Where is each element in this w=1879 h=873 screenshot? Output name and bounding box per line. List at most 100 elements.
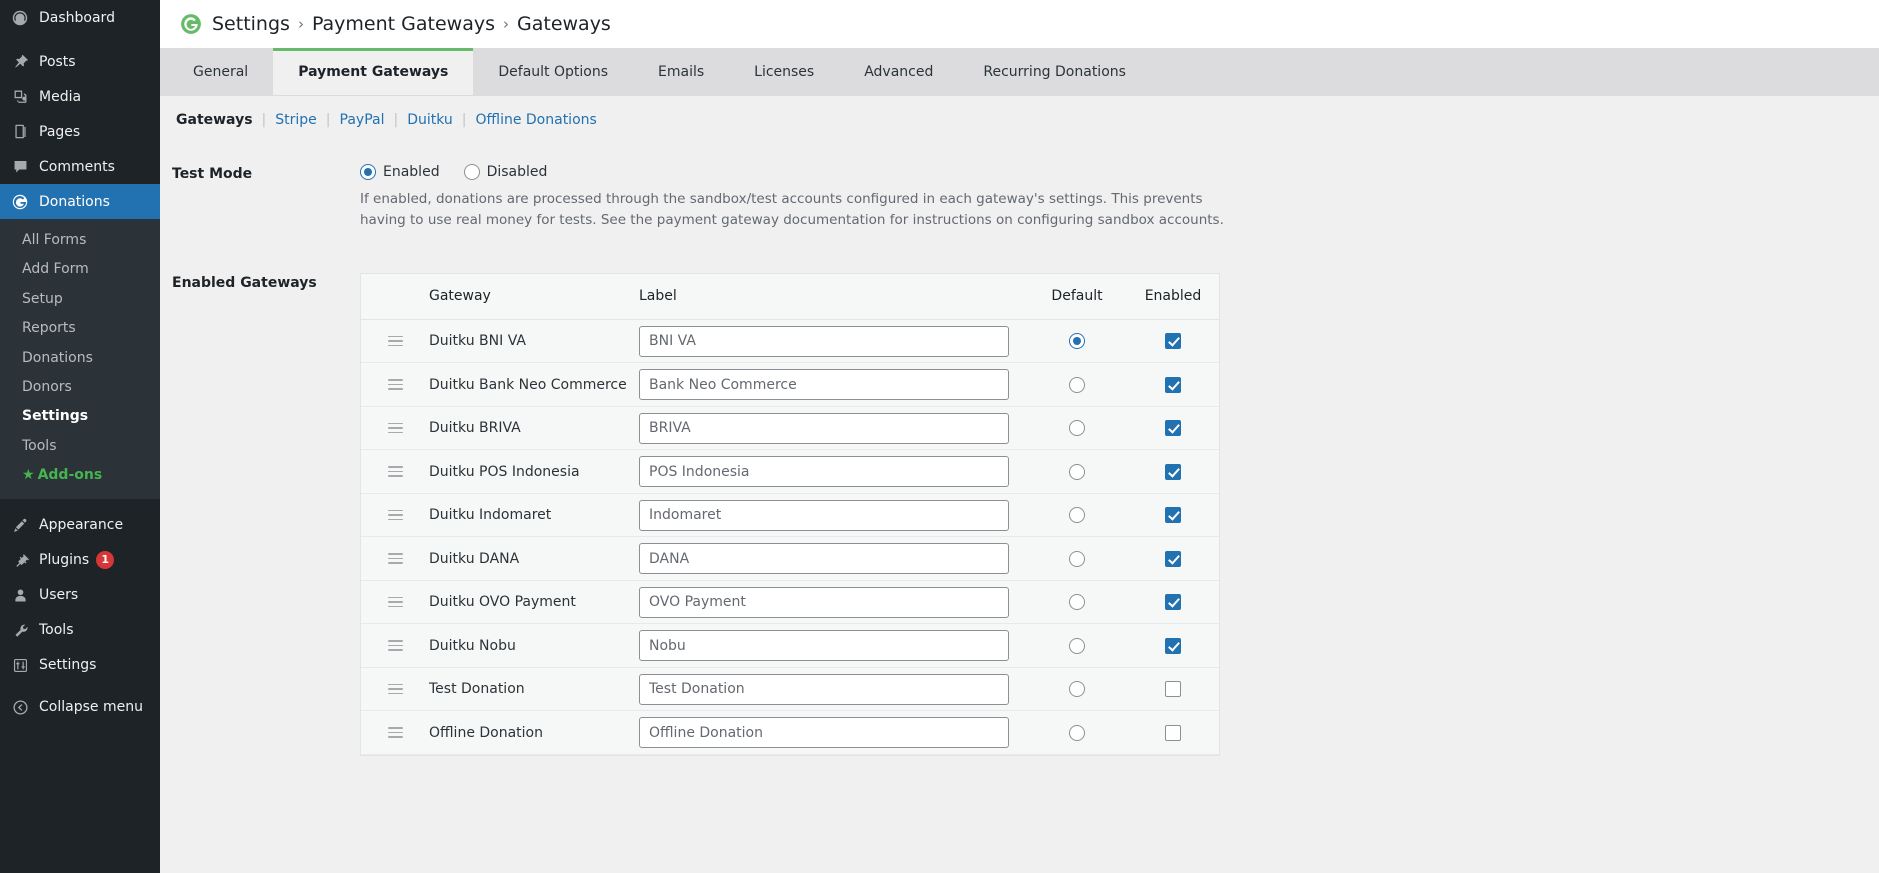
drag-handle-icon[interactable] <box>361 376 429 393</box>
gateway-label-input[interactable] <box>639 586 1009 618</box>
enabled-checkbox[interactable] <box>1165 376 1181 393</box>
subnav-paypal[interactable]: PayPal <box>331 112 394 128</box>
subnav-offline-donations[interactable]: Offline Donations <box>467 112 606 128</box>
star-icon: ★ <box>22 467 35 484</box>
sidebar-item-appearance[interactable]: Appearance <box>0 508 160 543</box>
tab-emails[interactable]: Emails <box>633 48 729 95</box>
header-label: Label <box>639 288 677 305</box>
paintbrush-icon <box>10 515 30 535</box>
enabled-checkbox[interactable] <box>1165 420 1181 437</box>
gateway-label-input[interactable] <box>639 325 1009 357</box>
submenu-item-donations[interactable]: Donations <box>0 344 160 373</box>
enabled-checkbox[interactable] <box>1165 637 1181 654</box>
default-radio[interactable] <box>1069 507 1085 524</box>
enabled-checkbox[interactable] <box>1165 550 1181 567</box>
sidebar-item-tools[interactable]: Tools <box>0 613 160 648</box>
subnav-stripe[interactable]: Stripe <box>266 112 326 128</box>
subnav-duitku[interactable]: Duitku <box>398 112 462 128</box>
tab-label: Emails <box>658 63 705 80</box>
default-radio[interactable] <box>1069 550 1085 567</box>
sidebar-item-collapse-menu[interactable]: Collapse menu <box>0 690 160 725</box>
gateway-label-input[interactable] <box>639 717 1009 749</box>
default-radio[interactable] <box>1069 376 1085 393</box>
gateway-label-input[interactable] <box>639 369 1009 401</box>
submenu-item-add-form[interactable]: Add Form <box>0 255 160 284</box>
drag-handle-icon[interactable] <box>361 724 429 741</box>
tab-advanced[interactable]: Advanced <box>839 48 958 95</box>
submenu-item-label: Donations <box>22 349 93 366</box>
submenu-item-label: Tools <box>22 437 57 454</box>
drag-handle-icon[interactable] <box>361 550 429 567</box>
tab-payment-gateways[interactable]: Payment Gateways <box>273 48 474 95</box>
gateway-label-input[interactable] <box>639 630 1009 662</box>
pin-icon <box>10 52 30 72</box>
breadcrumb-payment-gateways[interactable]: Payment Gateways <box>312 13 495 35</box>
drag-handle-icon[interactable] <box>361 420 429 437</box>
enabled-checkbox[interactable] <box>1165 681 1181 698</box>
sidebar-item-dashboard[interactable]: Dashboard <box>0 0 160 35</box>
test-mode-enabled-option[interactable]: Enabled <box>360 164 440 180</box>
default-radio[interactable] <box>1069 333 1085 350</box>
drag-handle-icon[interactable] <box>361 463 429 480</box>
tab-recurring-donations[interactable]: Recurring Donations <box>958 48 1151 95</box>
row-gateway-name: Duitku DANA <box>429 550 520 567</box>
enabled-checkbox[interactable] <box>1165 333 1181 350</box>
enabled-checkbox[interactable] <box>1165 594 1181 611</box>
enabled-checkbox[interactable] <box>1165 724 1181 741</box>
gateway-label-input[interactable] <box>639 543 1009 575</box>
default-radio[interactable] <box>1069 420 1085 437</box>
submenu-item-setup[interactable]: Setup <box>0 285 160 314</box>
drag-handle-icon[interactable] <box>361 507 429 524</box>
default-radio[interactable] <box>1069 681 1085 698</box>
sidebar-item-comments[interactable]: Comments <box>0 149 160 184</box>
submenu-item-addons[interactable]: ★ Add-ons <box>0 461 160 490</box>
submenu-item-label: Add-ons <box>37 467 103 484</box>
test-mode-disabled-option[interactable]: Disabled <box>463 164 547 180</box>
submenu-item-reports[interactable]: Reports <box>0 314 160 343</box>
breadcrumb-settings[interactable]: Settings <box>212 13 290 35</box>
submenu-item-donors[interactable]: Donors <box>0 373 160 402</box>
subnav-gateways[interactable]: Gateways <box>172 112 262 128</box>
sidebar-item-label: Dashboard <box>39 9 115 26</box>
sidebar-item-users[interactable]: Users <box>0 578 160 613</box>
gateway-subnav: Gateways | Stripe | PayPal | Duitku | Of… <box>160 96 1879 140</box>
enabled-checkbox[interactable] <box>1165 507 1181 524</box>
submenu-item-tools[interactable]: Tools <box>0 432 160 461</box>
default-radio[interactable] <box>1069 724 1085 741</box>
table-row: Duitku BRIVA <box>361 406 1219 451</box>
default-radio[interactable] <box>1069 637 1085 654</box>
enabled-checkbox[interactable] <box>1165 463 1181 480</box>
sliders-icon <box>10 655 30 675</box>
table-row: Duitku Indomaret <box>361 493 1219 538</box>
sidebar-item-posts[interactable]: Posts <box>0 44 160 79</box>
sidebar-item-donations[interactable]: Donations <box>0 184 160 219</box>
enabled-gateways-field: Enabled Gateways Gateway Label Default E… <box>160 271 1879 756</box>
sidebar-item-media[interactable]: Media <box>0 79 160 114</box>
sidebar-item-pages[interactable]: Pages <box>0 114 160 149</box>
sidebar-item-settings[interactable]: Settings <box>0 648 160 683</box>
user-icon <box>10 585 30 605</box>
gateway-label-input[interactable] <box>639 673 1009 705</box>
drag-handle-icon[interactable] <box>361 594 429 611</box>
default-radio[interactable] <box>1069 594 1085 611</box>
row-gateway-name: Duitku BNI VA <box>429 333 526 350</box>
tab-general[interactable]: General <box>168 48 273 95</box>
gateway-label-input[interactable] <box>639 456 1009 488</box>
submenu-item-settings[interactable]: Settings <box>0 402 160 431</box>
radio-button[interactable] <box>360 164 376 180</box>
radio-button[interactable] <box>463 164 480 180</box>
drag-handle-icon[interactable] <box>361 681 429 698</box>
tab-default-options[interactable]: Default Options <box>473 48 633 95</box>
tab-licenses[interactable]: Licenses <box>729 48 839 95</box>
gateway-label-input[interactable] <box>639 499 1009 531</box>
test-mode-description: If enabled, donations are processed thro… <box>360 191 1224 228</box>
submenu-item-all-forms[interactable]: All Forms <box>0 226 160 255</box>
drag-handle-icon[interactable] <box>361 333 429 350</box>
givewp-icon <box>10 192 30 212</box>
gateway-label-input[interactable] <box>639 412 1009 444</box>
drag-handle-icon[interactable] <box>361 637 429 654</box>
plug-icon <box>10 550 30 570</box>
sidebar-item-plugins[interactable]: Plugins 1 <box>0 543 160 578</box>
default-radio[interactable] <box>1069 463 1085 480</box>
enabled-gateways-table: Gateway Label Default Enabled Duitku BNI… <box>360 272 1220 756</box>
